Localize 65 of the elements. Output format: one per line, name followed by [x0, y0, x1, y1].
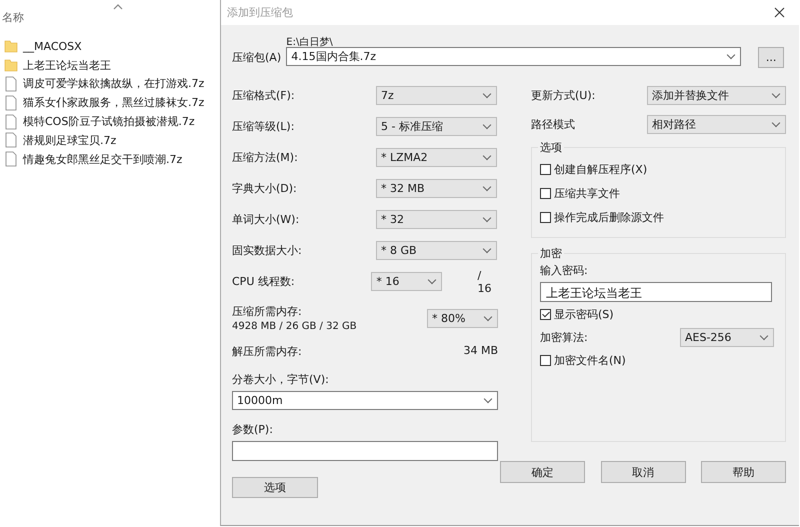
setting-label: 压缩格式(F): [232, 88, 296, 103]
setting-label: 参数(P): [232, 422, 274, 437]
setting-label: 压缩方法(M): [232, 150, 299, 165]
window-title: 添加到压缩包 [227, 5, 293, 20]
setting-label: 解压所需内存: [232, 344, 302, 359]
file-icon [4, 76, 18, 92]
setting-label: 更新方式(U): [531, 88, 596, 103]
setting-label: 固实数据大小: [232, 243, 303, 258]
file-icon [4, 132, 18, 148]
dialog-button[interactable]: 取消 [600, 461, 686, 483]
file-list-item[interactable]: 模特COS阶豆子试镜拍摄被潜规.7z [4, 112, 204, 131]
password-label: 输入密码: [540, 263, 589, 278]
path-mode-dropdown[interactable]: 相对路径 [647, 115, 786, 134]
file-icon [4, 94, 18, 111]
volume-dropdown[interactable]: 10000m [232, 391, 498, 410]
setting-dropdown[interactable]: * LZMA2 [376, 148, 497, 167]
dialog-button[interactable]: 帮助 [701, 461, 786, 483]
archive-name-field[interactable]: 4.15国内合集.7z [286, 47, 742, 66]
setting-dropdown[interactable]: * 8 GB [376, 241, 497, 260]
update-mode-dropdown[interactable]: 添加并替换文件 [647, 86, 786, 105]
file-list-item[interactable]: 猫系女仆家政服务，黑丝过膝袜女.7z [4, 93, 204, 112]
encryption-dropdown[interactable]: AES-256 [680, 328, 774, 346]
file-icon [4, 151, 18, 168]
checkbox[interactable]: 创建自解压程序(X) [540, 157, 777, 181]
file-icon [4, 114, 18, 130]
setting-label: 分卷大小，字节(V): [232, 372, 330, 387]
checkbox[interactable]: 加密文件名(N) [540, 348, 777, 372]
setting-dropdown[interactable]: 5 - 标准压缩 [376, 117, 497, 136]
setting-label: 字典大小(D): [232, 181, 298, 196]
checkbox[interactable]: 显示密码(S) [540, 302, 777, 326]
setting-dropdown[interactable]: * 32 MB [376, 179, 497, 198]
thread-dropdown[interactable]: * 16 [371, 272, 442, 291]
file-list-item[interactable]: 潜规则足球宝贝.7z [4, 130, 204, 150]
group-title: 选项 [539, 140, 563, 155]
setting-label: 单词大小(W): [232, 212, 300, 227]
setting-dropdown[interactable]: 7z [376, 86, 497, 105]
sort-caret-icon[interactable] [113, 4, 123, 10]
setting-label: 压缩所需内存: [232, 304, 303, 319]
dialog-button[interactable]: 确定 [500, 461, 585, 483]
setting-dropdown[interactable]: * 32 [376, 210, 497, 229]
browse-button[interactable]: ... [758, 47, 784, 68]
close-icon[interactable] [774, 7, 785, 18]
setting-label: 加密算法: [540, 330, 589, 344]
decompress-memory: 34 MB [463, 344, 498, 359]
archive-label: 压缩包(A) [232, 50, 282, 65]
checkbox[interactable]: 压缩共享文件 [540, 181, 777, 205]
options-button[interactable]: 选项 [232, 477, 318, 498]
memory-usage: 4928 MB / 26 GB / 32 GB [232, 321, 357, 332]
setting-label: 路径模式 [531, 117, 576, 132]
parameters-field[interactable] [232, 441, 498, 461]
file-list-item[interactable]: __MACOSX [4, 37, 204, 56]
memory-dropdown[interactable]: * 80% [427, 308, 498, 328]
password-field[interactable]: 上老王论坛当老王 [540, 282, 772, 302]
archive-path: E:\白日梦\ [286, 36, 334, 47]
folder-icon [4, 58, 18, 72]
column-header[interactable]: 名称 [2, 10, 24, 25]
thread-max: / 16 [477, 268, 492, 294]
file-list-item[interactable]: 调皮可爱学妹欲擒故纵，在打游戏.7z [4, 74, 204, 94]
group-title: 加密 [539, 246, 563, 261]
folder-icon [4, 39, 18, 54]
file-list-item[interactable]: 上老王论坛当老王 [4, 56, 204, 75]
setting-label: CPU 线程数: [232, 274, 296, 289]
file-list-item[interactable]: 情趣兔女郎黑丝足交干到喷潮.7z [4, 150, 204, 169]
setting-label: 压缩等级(L): [232, 119, 296, 134]
checkbox[interactable]: 操作完成后删除源文件 [540, 205, 777, 229]
